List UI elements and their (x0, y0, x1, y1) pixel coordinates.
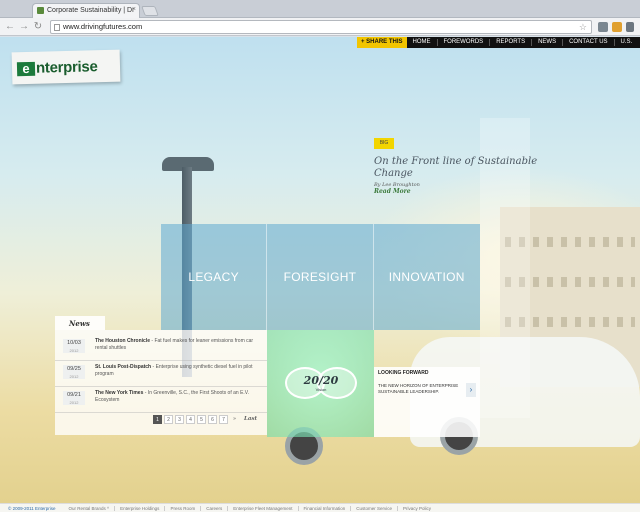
nav-home[interactable]: HOME (407, 39, 438, 46)
forward-icon[interactable]: → (18, 21, 30, 33)
read-more-link[interactable]: Read More (374, 188, 411, 195)
url-bar[interactable]: www.drivingfutures.com ☆ (50, 20, 592, 34)
bookmark-star-icon[interactable]: ☆ (579, 21, 587, 33)
tab-title: Corporate Sustainability | Dr (47, 7, 135, 14)
footer-link-enterprise-holdings[interactable]: Enterprise Holdings (115, 505, 166, 511)
wrench-menu-icon[interactable] (626, 22, 634, 32)
vision-tile[interactable]: 20/20 Vision (267, 330, 374, 437)
tile-innovation[interactable]: INNOVATION (373, 224, 480, 330)
page-6-button[interactable]: 6 (208, 415, 217, 424)
news-date: 09/25 2012 (63, 365, 85, 379)
pillar-tiles: LEGACY FORESIGHT INNOVATION (161, 224, 480, 330)
news-item[interactable]: 09/21 2012 The New York Times - In Greenv… (55, 387, 267, 413)
feature-title[interactable]: On the Front line of Sustainable Change (374, 156, 554, 180)
page-3-button[interactable]: 3 (175, 415, 184, 424)
close-icon[interactable]: × (132, 6, 136, 13)
new-tab-button[interactable] (141, 6, 159, 16)
share-this-button[interactable]: + SHARE THIS (357, 37, 407, 48)
favicon-icon (37, 7, 44, 14)
page-4-button[interactable]: 4 (186, 415, 195, 424)
nav-us[interactable]: U.S. (615, 39, 639, 46)
looking-forward-description: THE NEW HORIZON OF ENTERPRISE SUSTAINABL… (378, 383, 459, 394)
browser-tab[interactable]: Corporate Sustainability | Dr × (32, 3, 140, 18)
reload-icon[interactable]: ↻ (32, 21, 44, 33)
browser-toolbar: ← → ↻ www.drivingfutures.com ☆ (0, 18, 640, 36)
looking-forward-tile[interactable]: LOOKING FORWARD THE NEW HORIZON OF ENTER… (374, 367, 480, 437)
page-5-button[interactable]: 5 (197, 415, 206, 424)
logo-text: nterprise (35, 58, 98, 77)
vision-label: Vision (315, 387, 327, 392)
browser-tab-bar: Corporate Sustainability | Dr × (0, 0, 640, 18)
next-page-button[interactable]: » (230, 415, 239, 424)
footer-link-customer-service[interactable]: Customer Service (351, 505, 399, 511)
news-date: 10/03 2012 (63, 339, 85, 353)
vision-number: 20/20 (303, 374, 339, 387)
news-headline: The New York Times - In Greenville, S.C.… (95, 390, 250, 403)
news-headline: The Houston Chronicle - Fat fuel makes f… (95, 338, 254, 351)
tile-legacy[interactable]: LEGACY (161, 224, 268, 330)
page-footer: © 2009-2011 Enterprise Our Rental Brands… (0, 503, 640, 512)
footer-link-fleet-management[interactable]: Enterprise Fleet Management (228, 505, 299, 511)
copyright-text: © 2009-2011 Enterprise (8, 505, 56, 511)
news-headline: St. Louis Post-Dispatch - Enterprise usi… (95, 364, 253, 377)
news-tab[interactable]: News (55, 316, 105, 330)
page-1-button[interactable]: 1 (153, 415, 162, 424)
footer-link-financial-information[interactable]: Financial Information (299, 505, 352, 511)
footer-link-careers[interactable]: Careers (201, 505, 229, 511)
page-7-button[interactable]: 7 (219, 415, 228, 424)
footer-link-press-room[interactable]: Press Room (165, 505, 202, 511)
extension-icon[interactable] (598, 22, 608, 32)
url-text: www.drivingfutures.com (63, 22, 143, 31)
vision-rings-icon: 20/20 Vision (285, 367, 357, 399)
looking-forward-title: LOOKING FORWARD (378, 370, 429, 376)
footer-link-rental-brands[interactable]: Our Rental Brands ^ (64, 505, 116, 511)
nav-forewords[interactable]: FOREWORDS (438, 39, 491, 46)
tile-foresight[interactable]: FORESIGHT (267, 224, 374, 330)
page-2-button[interactable]: 2 (164, 415, 173, 424)
nav-contact-us[interactable]: CONTACT US (563, 39, 615, 46)
page-viewport: e nterprise + SHARE THIS HOME FOREWORDS … (0, 37, 640, 503)
chevron-right-icon[interactable]: › (466, 383, 476, 397)
nav-news[interactable]: NEWS (532, 39, 564, 46)
back-icon[interactable]: ← (4, 21, 16, 33)
enterprise-logo[interactable]: e nterprise (11, 49, 121, 85)
news-date: 09/21 2012 (63, 391, 85, 405)
nav-reports[interactable]: REPORTS (490, 39, 533, 46)
news-panel: 10/03 2012 The Houston Chronicle - Fat fu… (55, 330, 267, 435)
footer-link-privacy-policy[interactable]: Privacy Policy (398, 506, 436, 511)
news-item[interactable]: 09/25 2012 St. Louis Post-Dispatch - Ente… (55, 361, 267, 387)
news-item[interactable]: 10/03 2012 The Houston Chronicle - Fat fu… (55, 335, 267, 361)
extension-icon[interactable] (612, 22, 622, 32)
page-icon (54, 24, 60, 31)
last-page-link[interactable]: Last (244, 415, 257, 424)
news-pagination: 1 2 3 4 5 6 7 » Last (153, 415, 257, 424)
logo-mark: e (16, 61, 36, 77)
feature-tag: BIG (374, 138, 394, 149)
top-navigation: + SHARE THIS HOME FOREWORDS REPORTS NEWS… (357, 37, 640, 48)
